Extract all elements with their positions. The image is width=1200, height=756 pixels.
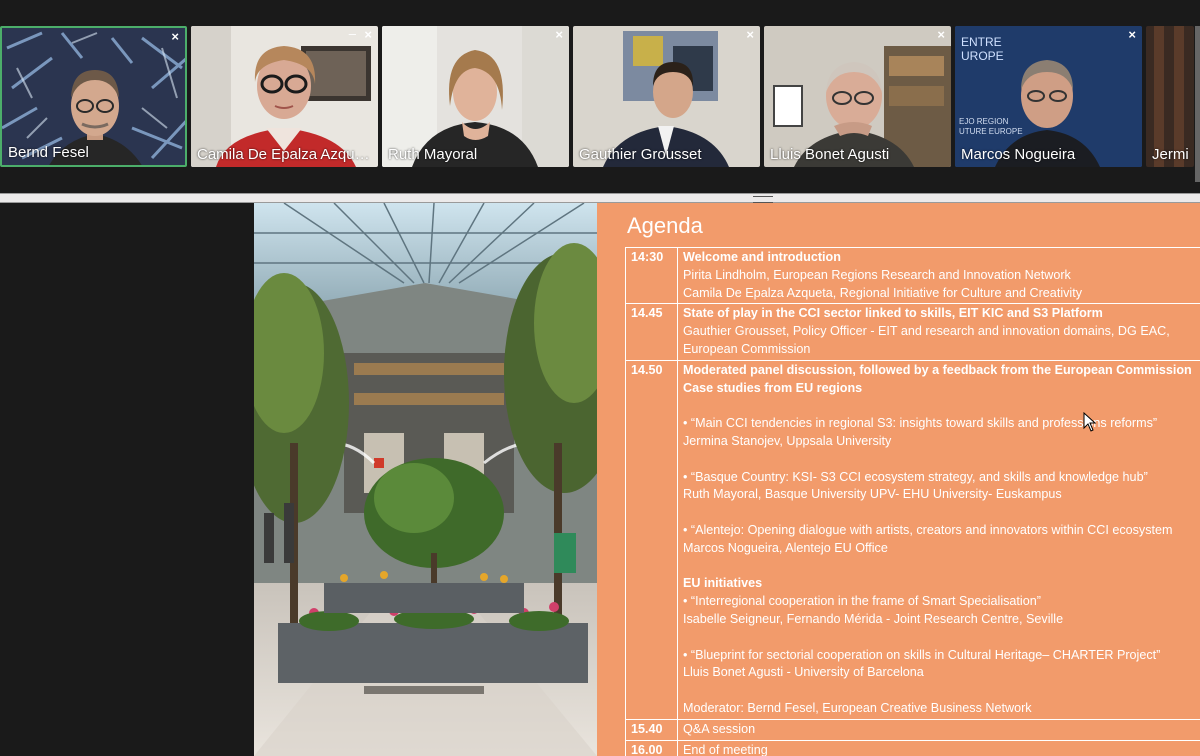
video-tile-gauthier-grousset[interactable]: × Gauthier Grousset (573, 26, 760, 167)
agenda-time: 15.40 (625, 718, 678, 741)
agenda-line: Gauthier Grousset, Policy Officer - EIT … (683, 324, 1170, 339)
gallery-scrollbar[interactable] (1195, 26, 1200, 182)
agenda-line: • “Blueprint for sectorial cooperation o… (683, 647, 1161, 662)
close-icon[interactable]: × (171, 29, 179, 44)
agenda-line: Ruth Mayoral, Basque University UPV- EHU… (683, 487, 1062, 502)
agenda-details: Welcome and introduction Pirita Lindholm,… (677, 246, 1200, 305)
agenda-line: Camila De Epalza Azqueta, Regional Initi… (683, 285, 1083, 300)
background-banner-text: ENTRE (961, 35, 1002, 49)
slide-agenda-panel: Agenda 14:30 Welcome and introduction Piri… (597, 203, 1200, 756)
agenda-line: • “Main CCI tendencies in regional S3: i… (683, 416, 1158, 431)
close-icon[interactable]: × (555, 27, 563, 42)
agenda-line: End of meeting (683, 742, 768, 756)
agenda-spacer (683, 504, 1200, 522)
agenda-spacer (683, 682, 1200, 700)
participant-name: Lluis Bonet Agusti (770, 146, 890, 163)
agenda-table: 14:30 Welcome and introduction Pirita Lind… (625, 246, 1200, 756)
agenda-spacer (683, 451, 1200, 469)
agenda-line: European Commission (683, 341, 811, 356)
agenda-heading: State of play in the CCI sector linked t… (683, 306, 1103, 321)
agenda-row: 15.40 Q&A session (625, 718, 1200, 741)
agenda-line: Lluis Bonet Agusti - University of Barce… (683, 665, 924, 680)
participant-name: Gauthier Grousset (579, 146, 702, 163)
agenda-line: Isabelle Seigneur, Fernando Mérida - Joi… (683, 611, 1064, 626)
minimize-icon[interactable]: – (349, 26, 356, 41)
video-tile-marcos-nogueira[interactable]: ENTRE UROPE EJO REGION UTURE EUROPE × Ma… (955, 26, 1142, 167)
mouse-pointer-icon (1083, 412, 1097, 432)
agenda-details: State of play in the CCI sector linked t… (677, 303, 1200, 361)
agenda-line: Jermina Stanojev, Uppsala University (683, 433, 892, 448)
agenda-spacer (683, 397, 1200, 415)
agenda-line: Q&A session (683, 721, 756, 736)
participant-name: Ruth Mayoral (388, 146, 478, 163)
participant-name: Marcos Nogueira (961, 146, 1076, 163)
participant-name: Bernd Fesel (8, 144, 89, 161)
agenda-row: 16.00 End of meeting (625, 739, 1200, 756)
agenda-details: Moderated panel discussion, followed by … (677, 359, 1200, 720)
participant-gallery: × Bernd Fesel – × Camila De Epalza Azqu… (0, 0, 1200, 195)
agenda-heading: Welcome and introduction (683, 250, 841, 264)
agenda-time: 14.50 (625, 359, 678, 720)
agenda-spacer (683, 629, 1200, 647)
background-banner-text: UTURE EUROPE (959, 127, 1023, 136)
video-tile-jermina[interactable]: Jermi (1146, 26, 1194, 167)
video-tile-camila-de-epalza[interactable]: – × Camila De Epalza Azqu… (191, 26, 378, 167)
resize-divider[interactable] (0, 193, 1200, 203)
close-icon[interactable]: × (364, 27, 372, 42)
video-tile-ruth-mayoral[interactable]: × Ruth Mayoral (382, 26, 569, 167)
background-banner-text: UROPE (961, 49, 1004, 63)
agenda-line: Moderator: Bernd Fesel, European Creativ… (683, 700, 1032, 715)
agenda-details: End of meeting (677, 739, 1200, 756)
agenda-time: 16.00 (625, 739, 678, 756)
close-icon[interactable]: × (746, 27, 754, 42)
video-tile-lluis-bonet-agusti[interactable]: × Lluis Bonet Agusti (764, 26, 951, 167)
agenda-line: Pirita Lindholm, European Regions Resear… (683, 267, 1071, 282)
agenda-row: 14:30 Welcome and introduction Pirita Lind… (625, 246, 1200, 305)
agenda-heading: Case studies from EU regions (683, 380, 863, 395)
agenda-details: Q&A session (677, 718, 1200, 741)
agenda-heading: EU initiatives (683, 576, 763, 591)
agenda-time: 14.45 (625, 303, 678, 361)
agenda-line: • “Interregional cooperation in the fram… (683, 594, 1041, 609)
agenda-spacer (683, 558, 1200, 576)
agenda-time: 14:30 (625, 246, 678, 305)
mall-atrium-image (254, 203, 597, 756)
video-tile-bernd-fesel[interactable]: × Bernd Fesel (0, 26, 187, 167)
background-banner-text: EJO REGION (959, 117, 1009, 126)
participant-name: Jermi (1152, 146, 1189, 163)
close-icon[interactable]: × (937, 27, 945, 42)
agenda-line: • “Basque Country: KSI- S3 CCI ecosystem… (683, 469, 1148, 484)
agenda-title: Agenda (627, 213, 703, 238)
slide-photo-shopping-mall (254, 203, 597, 756)
agenda-line: Marcos Nogueira, Alentejo EU Office (683, 540, 888, 555)
agenda-heading: Moderated panel discussion, followed by … (683, 362, 1192, 377)
agenda-row: 14.45 State of play in the CCI sector lin… (625, 303, 1200, 361)
close-icon[interactable]: × (1128, 27, 1136, 42)
agenda-line: • “Alentejo: Opening dialogue with artis… (683, 522, 1173, 537)
participant-name: Camila De Epalza Azqu… (197, 146, 370, 163)
agenda-row: 14.50 Moderated panel discussion, followe… (625, 359, 1200, 720)
drag-handle-icon[interactable] (753, 196, 773, 203)
